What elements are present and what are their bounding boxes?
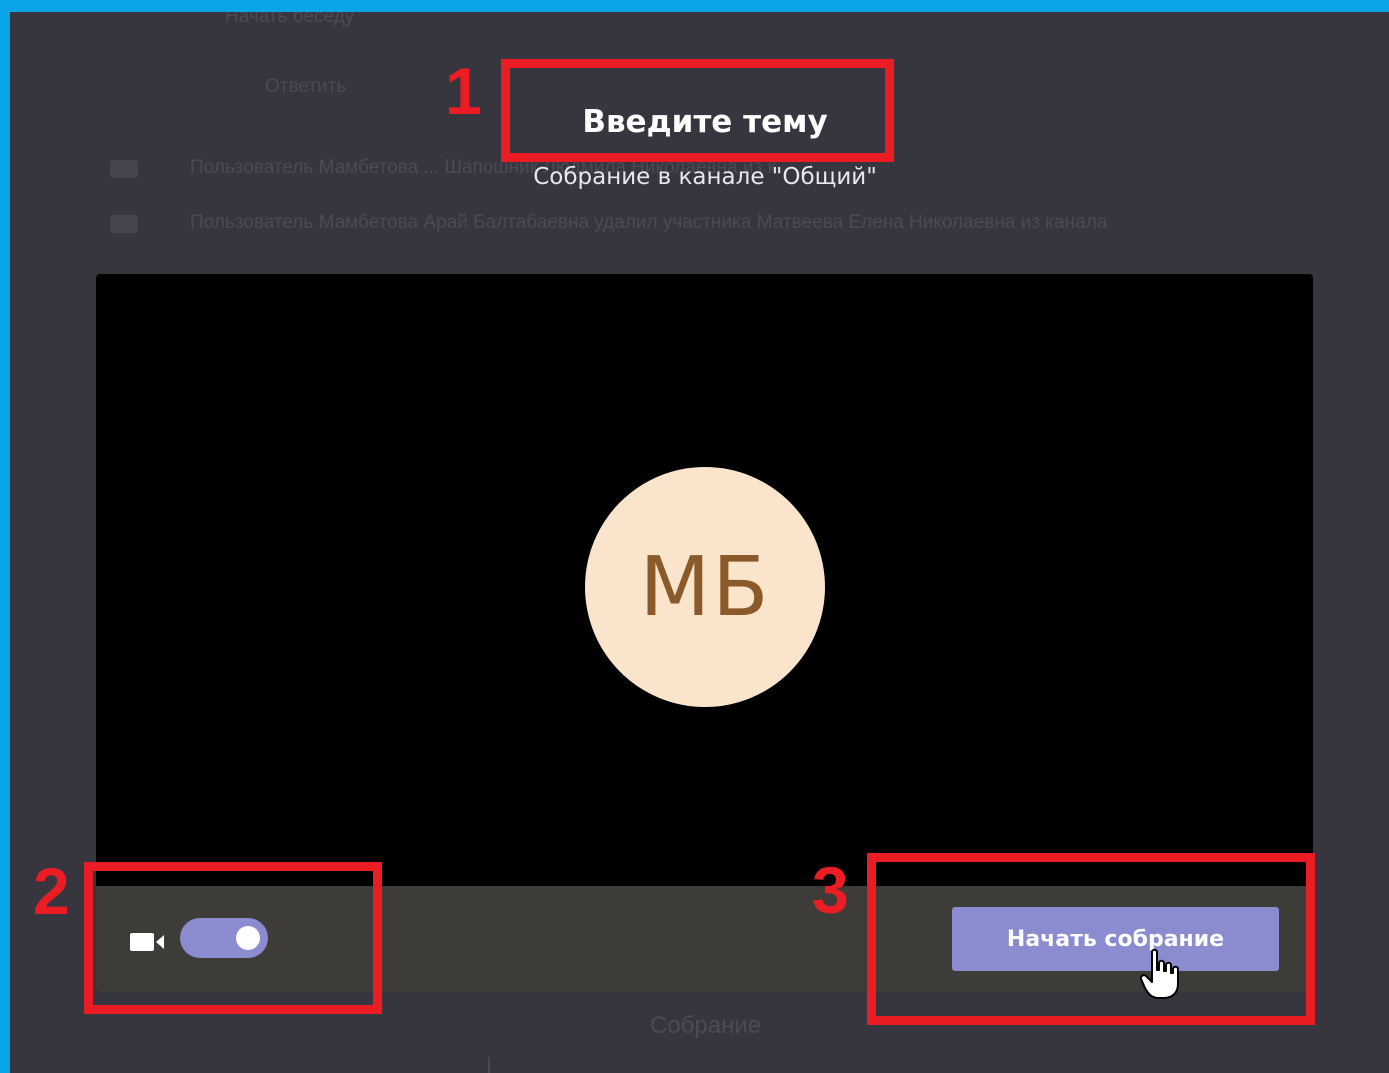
annotation-number-1: 1 bbox=[445, 54, 482, 128]
bg-user-icon bbox=[110, 215, 138, 233]
annotation-number-2: 2 bbox=[33, 854, 70, 928]
avatar: МБ bbox=[585, 467, 825, 707]
bg-start-conversation: Начать беседу bbox=[225, 12, 355, 27]
divider bbox=[488, 1057, 490, 1073]
bg-meeting-label: Собрание bbox=[650, 1012, 762, 1039]
hand-pointer-cursor-icon bbox=[1140, 948, 1179, 999]
bg-notification-2: Пользователь Мамбетова Арай Балтабаевна … bbox=[190, 212, 1108, 233]
annotation-box-3 bbox=[867, 853, 1315, 1025]
bg-reply: Ответить bbox=[265, 76, 347, 97]
annotation-box-1 bbox=[501, 59, 894, 162]
annotation-number-3: 3 bbox=[812, 853, 849, 927]
meeting-channel-subtitle: Собрание в канале "Общий" bbox=[533, 164, 877, 190]
annotation-box-2 bbox=[84, 862, 382, 1014]
bg-user-icon bbox=[110, 160, 138, 178]
